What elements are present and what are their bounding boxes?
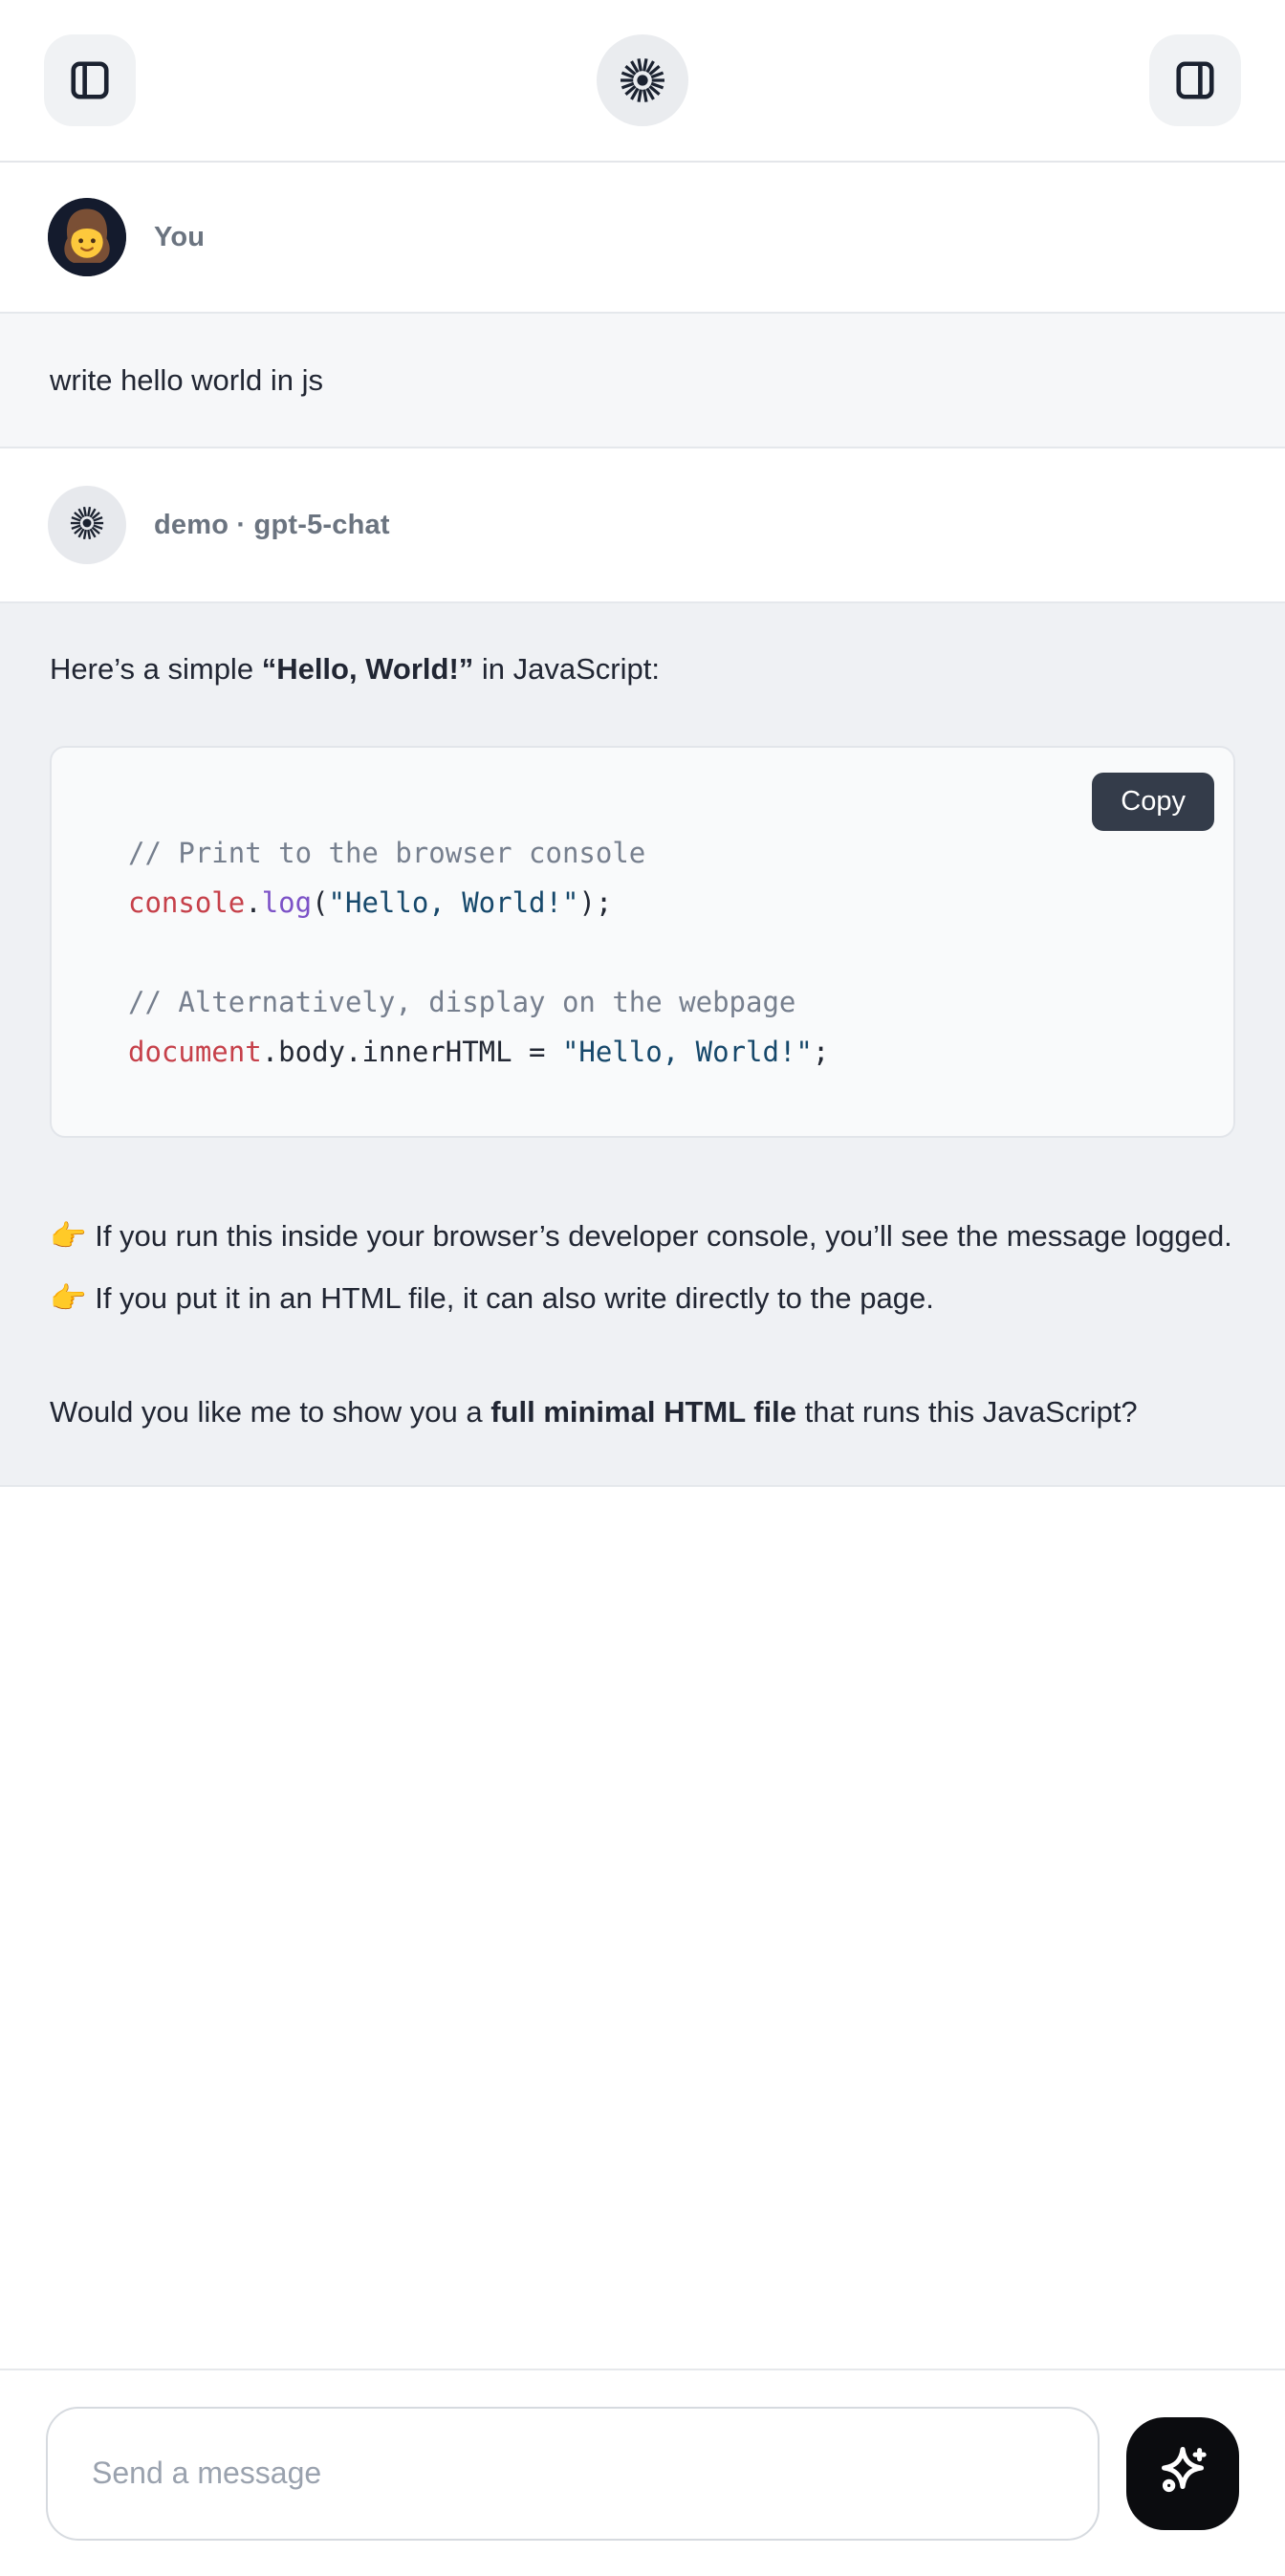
- name-separator: ·: [236, 510, 246, 540]
- model-name: gpt-5-chat: [254, 510, 390, 540]
- app-logo-button[interactable]: [597, 34, 688, 126]
- toggle-left-panel-button[interactable]: [44, 34, 136, 126]
- assistant-avatar: [48, 486, 126, 564]
- person-emoji-avatar-icon: [48, 198, 126, 276]
- user-avatar: [48, 198, 126, 276]
- assistant-followup-text: Would you like me to show you a full min…: [50, 1381, 1235, 1443]
- top-toolbar: [0, 0, 1285, 163]
- starburst-icon: [618, 55, 667, 105]
- assistant-message: Here’s a simple “Hello, World!” in JavaS…: [0, 601, 1285, 1487]
- assistant-tips-text: 👉 If you run this inside your browser’s …: [50, 1205, 1235, 1329]
- user-name-label: You: [154, 222, 205, 253]
- user-turn-header: You: [0, 163, 1285, 312]
- code-line: // Print to the browser console: [128, 828, 1195, 878]
- composer-bar: [0, 2369, 1285, 2576]
- chat-scroll-area[interactable]: [0, 1487, 1285, 2369]
- user-message-text: write hello world in js: [50, 349, 1235, 411]
- sparkle-icon: [1152, 2441, 1213, 2505]
- code-line: console.log("Hello, World!");: [128, 878, 1195, 928]
- assistant-intro-text: Here’s a simple “Hello, World!” in JavaS…: [50, 638, 1235, 700]
- assistant-name-label: demo · gpt-5-chat: [154, 510, 390, 541]
- code-block: Copy // Print to the browser consolecons…: [50, 746, 1235, 1138]
- panel-right-icon: [1173, 58, 1217, 102]
- code-content: // Print to the browser consoleconsole.l…: [128, 828, 1195, 1077]
- agent-name: demo: [154, 510, 229, 540]
- copy-code-button[interactable]: Copy: [1092, 773, 1214, 831]
- message-input[interactable]: [46, 2407, 1100, 2541]
- code-line: document.body.innerHTML = "Hello, World!…: [128, 1027, 1195, 1077]
- send-button[interactable]: [1126, 2417, 1239, 2530]
- panel-left-icon: [68, 58, 112, 102]
- user-message: write hello world in js: [0, 312, 1285, 448]
- assistant-turn-header: demo · gpt-5-chat: [0, 448, 1285, 601]
- starburst-icon: [69, 505, 105, 546]
- code-line: ​: [128, 928, 1195, 977]
- toggle-right-panel-button[interactable]: [1149, 34, 1241, 126]
- code-line: // Alternatively, display on the webpage: [128, 977, 1195, 1027]
